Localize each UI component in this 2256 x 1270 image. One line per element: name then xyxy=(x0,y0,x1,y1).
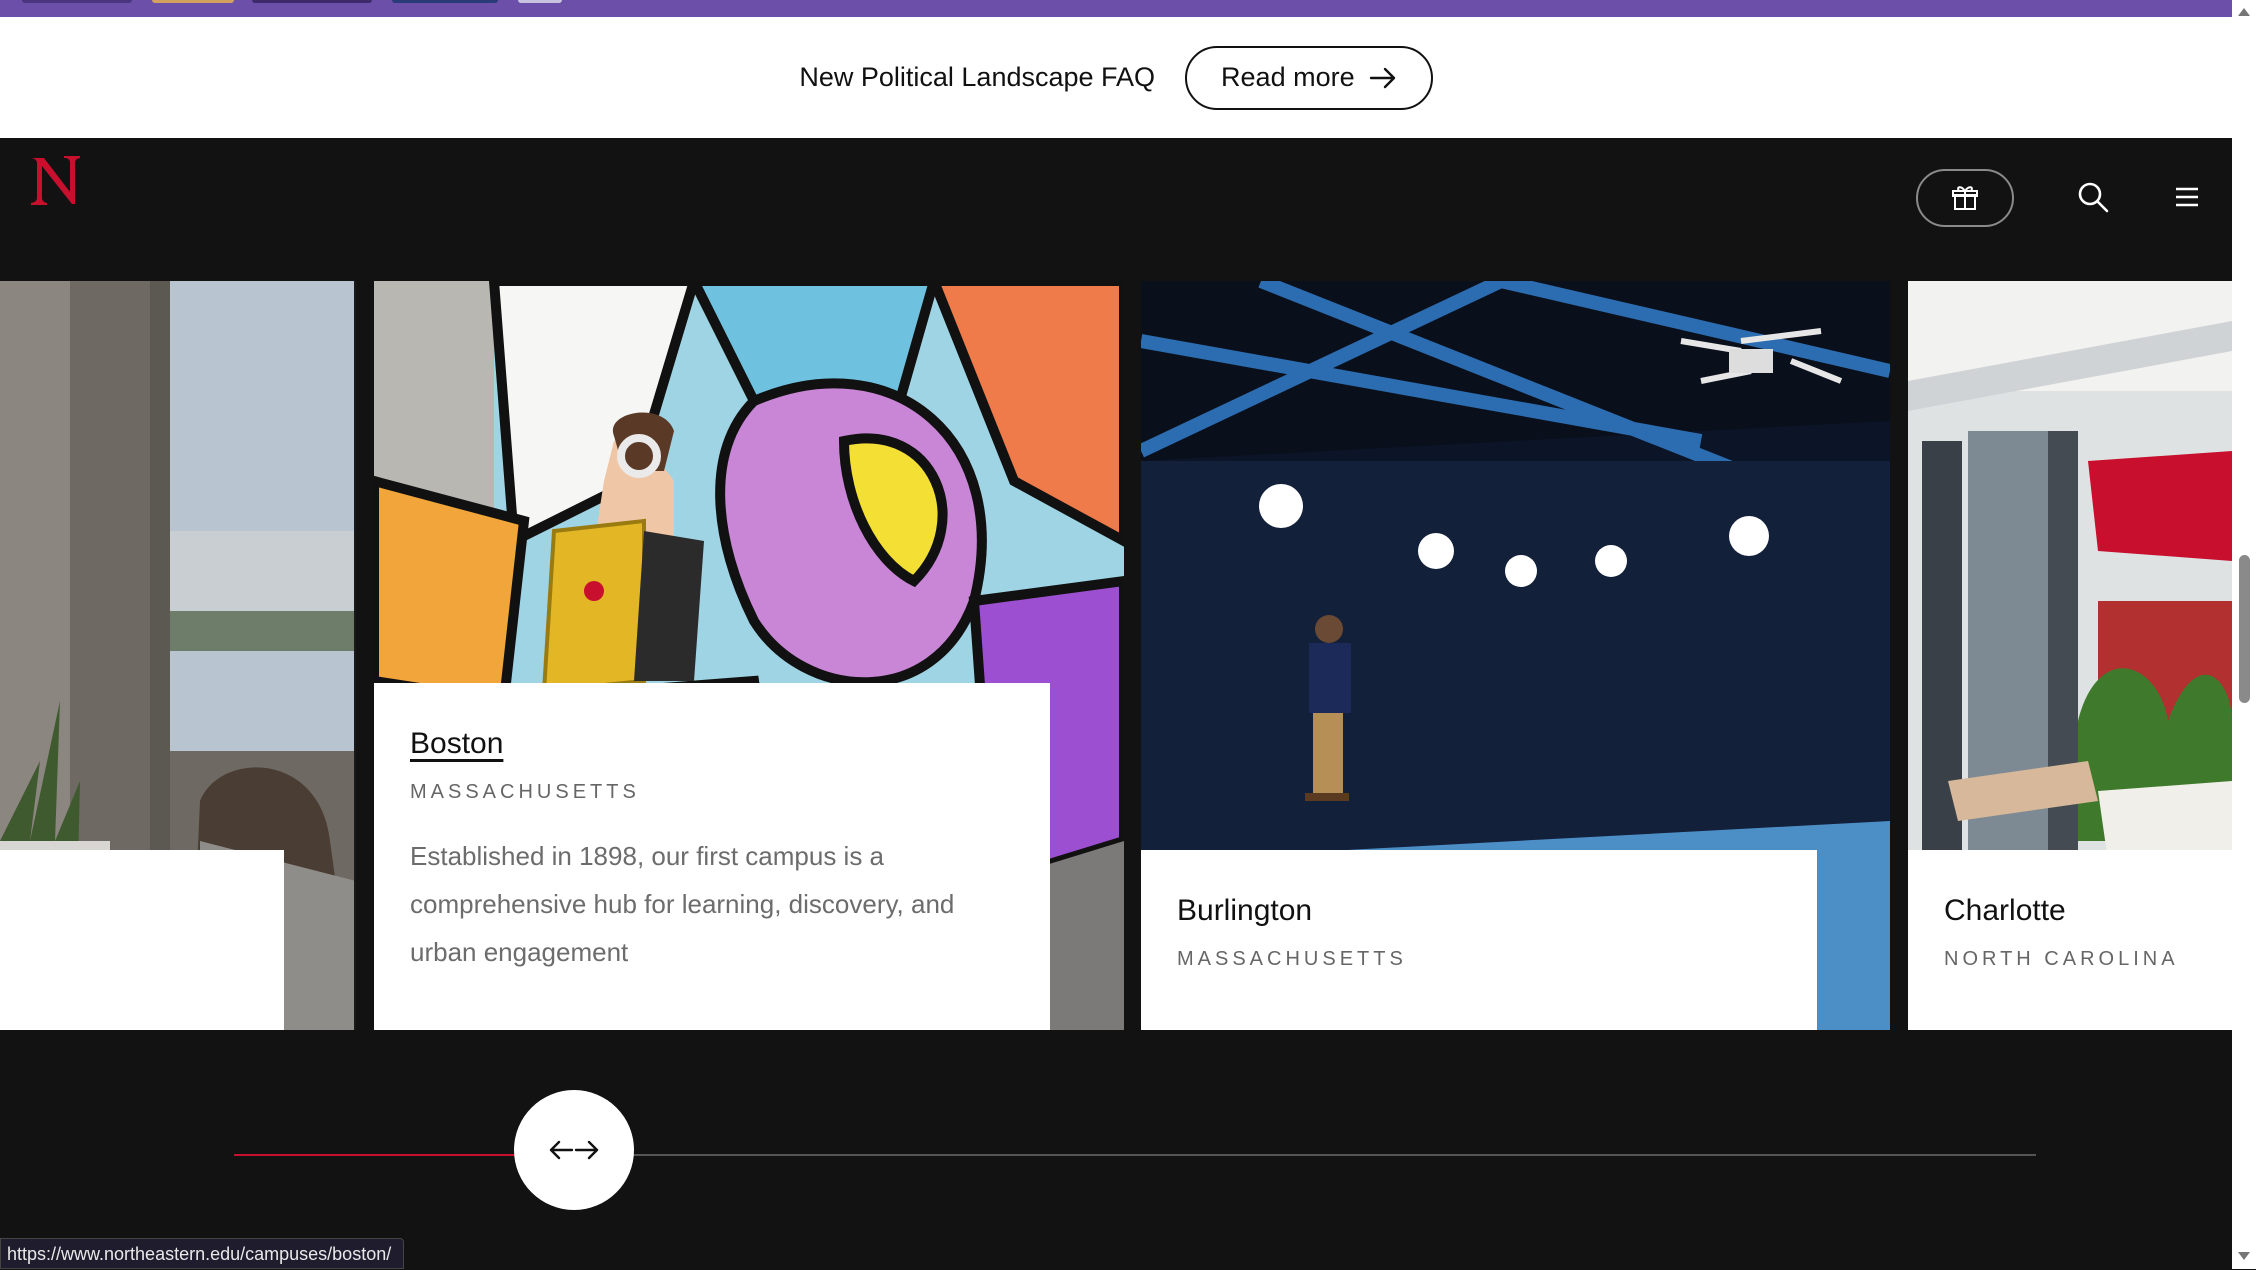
announcement-bar: New Political Landscape FAQ Read more xyxy=(0,17,2232,138)
arrows-left-right-icon xyxy=(549,1140,599,1160)
charlotte-info-panel: Charlotte NORTH CAROLINA xyxy=(1908,850,2232,1030)
scroll-up-arrow-icon[interactable] xyxy=(2238,8,2250,16)
carousel-scrubber xyxy=(0,1030,2232,1220)
menu-icon[interactable] xyxy=(2170,180,2204,214)
scroll-down-arrow-icon[interactable] xyxy=(2238,1252,2250,1260)
boston-state-label: MASSACHUSETTS xyxy=(410,781,640,803)
charlotte-state-label: NORTH CAROLINA xyxy=(1944,948,2179,970)
burlington-state-label: MASSACHUSETTS xyxy=(1177,948,1407,970)
search-icon[interactable] xyxy=(2075,179,2111,215)
scrubber-handle[interactable] xyxy=(514,1090,634,1210)
campus-card-charlotte[interactable]: Charlotte NORTH CAROLINA xyxy=(1908,281,2232,1030)
arrow-right-icon xyxy=(1369,67,1395,88)
boston-info-panel: Boston MASSACHUSETTS Established in 1898… xyxy=(374,683,1050,1030)
read-more-button[interactable]: Read more xyxy=(1185,45,1433,110)
browser-tab-strip xyxy=(0,0,2232,17)
campus-card-boston[interactable]: Boston MASSACHUSETTS Established in 1898… xyxy=(374,281,1124,1030)
gift-icon xyxy=(1952,186,1978,210)
campus-card-panel xyxy=(0,850,284,1030)
scroll-thumb[interactable] xyxy=(2239,555,2250,703)
campus-card-burlington[interactable]: Burlington MASSACHUSETTS xyxy=(1141,281,1890,1030)
northeastern-logo[interactable] xyxy=(28,152,84,208)
give-button[interactable] xyxy=(1916,169,2014,227)
campus-card-partial[interactable] xyxy=(0,281,356,1030)
tab-indicator xyxy=(252,0,372,3)
page-scrollbar[interactable] xyxy=(2232,0,2256,1269)
charlotte-title[interactable]: Charlotte xyxy=(1944,894,2232,928)
site-header xyxy=(0,138,2232,281)
tab-indicator xyxy=(22,0,132,3)
campus-carousel[interactable]: Boston MASSACHUSETTS Established in 1898… xyxy=(0,281,2232,1030)
boston-campus-link[interactable]: Boston xyxy=(410,727,503,760)
announcement-text: New Political Landscape FAQ xyxy=(799,62,1156,92)
boston-description: Established in 1898, our first campus is… xyxy=(410,841,955,967)
tab-indicator xyxy=(152,0,234,3)
burlington-title[interactable]: Burlington xyxy=(1177,894,1781,928)
tab-indicator xyxy=(518,0,562,3)
status-url: https://www.northeastern.edu/campuses/bo… xyxy=(0,1238,405,1269)
burlington-info-panel: Burlington MASSACHUSETTS xyxy=(1141,850,1817,1030)
tab-indicator xyxy=(392,0,498,3)
read-more-label: Read more xyxy=(1221,62,1355,92)
